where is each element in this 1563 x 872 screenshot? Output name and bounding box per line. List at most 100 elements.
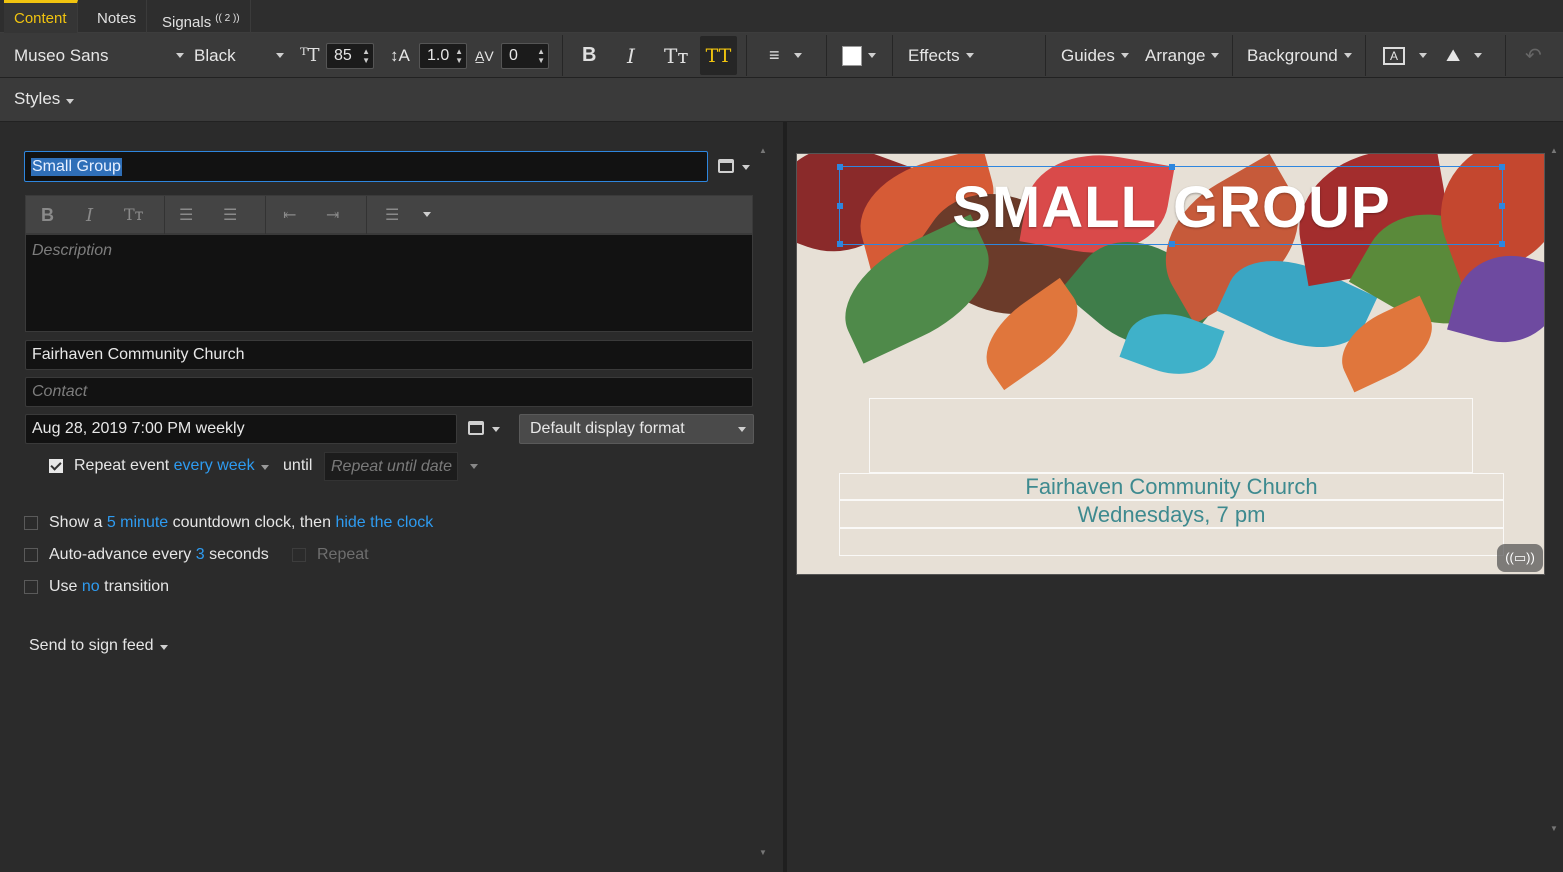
- repeat-until-placeholder: Repeat until date: [331, 458, 452, 475]
- align-button[interactable]: ≡: [769, 33, 802, 78]
- arrange-menu[interactable]: Arrange: [1145, 33, 1220, 78]
- indent-icon[interactable]: ⇥: [326, 205, 339, 224]
- tab-bar: Content Notes Signals(( 2 )): [0, 0, 1563, 33]
- repeat-until-input[interactable]: Repeat until date: [324, 452, 458, 481]
- rt-bold-button[interactable]: B: [41, 205, 54, 226]
- repeat-event-row: Repeat event every week until: [74, 457, 312, 475]
- undo-icon: ↶: [1525, 45, 1542, 67]
- italic-button[interactable]: I: [627, 33, 635, 78]
- font-size-stepper[interactable]: 85 ▲ ▼: [326, 33, 374, 78]
- chevron-down-icon: [276, 53, 284, 58]
- date-input[interactable]: Aug 28, 2019 7:00 PM weekly: [25, 414, 457, 444]
- text-box-button[interactable]: A: [1383, 33, 1428, 78]
- chevron-down-icon: [742, 165, 750, 170]
- broadcast-icon[interactable]: ((▭)): [1497, 544, 1543, 572]
- scroll-down-icon[interactable]: ▼: [1550, 824, 1558, 833]
- countdown-action-link[interactable]: hide the clock: [335, 514, 433, 531]
- font-weight-value: Black: [194, 45, 236, 65]
- calendar-icon: [468, 421, 484, 435]
- guides-menu[interactable]: Guides: [1061, 33, 1129, 78]
- calendar-menu-button[interactable]: [718, 157, 754, 177]
- scroll-up-icon[interactable]: ▲: [1550, 146, 1558, 155]
- bold-button[interactable]: B: [582, 33, 596, 78]
- letter-spacing-icon: A̲V: [475, 47, 494, 64]
- font-family-value: Museo Sans: [14, 45, 109, 65]
- selection-box[interactable]: [837, 164, 1505, 247]
- tab-content[interactable]: Content: [4, 0, 78, 33]
- repeat-checkbox[interactable]: [292, 548, 306, 562]
- date-value: Aug 28, 2019 7:00 PM weekly: [32, 420, 245, 437]
- rich-text-toolbar: B I Tт ☰ ☰ ⇤ ⇥ ☰: [25, 195, 753, 235]
- panel-divider[interactable]: [783, 122, 787, 872]
- transition-value-link[interactable]: no: [82, 578, 100, 595]
- transition-checkbox[interactable]: [24, 580, 38, 594]
- send-to-sign-feed-menu[interactable]: Send to sign feed: [29, 637, 168, 655]
- styles-menu[interactable]: Styles: [14, 89, 75, 109]
- line-height-icon: ↕A: [390, 45, 410, 65]
- text-box-icon: A: [1383, 46, 1406, 65]
- guides-label: Guides: [1061, 45, 1115, 65]
- auto-advance-pre: Auto-advance every: [49, 546, 192, 563]
- description-placeholder: Description: [32, 242, 113, 259]
- effects-menu[interactable]: Effects: [908, 33, 974, 78]
- outdent-icon[interactable]: ⇤: [283, 205, 296, 224]
- auto-advance-row: Auto-advance every 3 seconds: [49, 546, 269, 564]
- all-caps-button[interactable]: TT: [700, 36, 737, 75]
- auto-advance-checkbox[interactable]: [24, 548, 38, 562]
- title-input[interactable]: Small Group: [24, 151, 708, 182]
- color-swatch: [842, 45, 862, 66]
- chevron-down-icon: [176, 53, 184, 58]
- rt-small-caps-button[interactable]: Tт: [124, 205, 144, 224]
- rt-italic-button[interactable]: I: [86, 205, 93, 226]
- line-height-stepper[interactable]: 1.0 ▲ ▼: [419, 33, 467, 78]
- chevron-down-icon[interactable]: [423, 212, 431, 217]
- paragraph-align-icon[interactable]: ☰: [385, 205, 399, 224]
- chevron-down-icon[interactable]: [470, 464, 478, 469]
- signals-badge: (( 2 )): [215, 13, 240, 24]
- background-label: Background: [1247, 45, 1338, 65]
- until-label: until: [283, 457, 313, 474]
- image-button[interactable]: ⛰: [1446, 33, 1483, 78]
- background-menu[interactable]: Background: [1247, 33, 1352, 78]
- font-weight-select[interactable]: Black: [194, 33, 288, 78]
- scroll-up-icon[interactable]: ▲: [759, 146, 767, 155]
- contact-text-box[interactable]: [839, 528, 1504, 556]
- tab-notes[interactable]: Notes: [87, 0, 148, 33]
- slide-preview[interactable]: SMALL GROUP Fairhaven Community Church W…: [796, 153, 1545, 575]
- description-textarea[interactable]: Description: [25, 234, 753, 332]
- font-size-value: 85: [334, 46, 352, 64]
- effects-label: Effects: [908, 45, 960, 65]
- font-family-select[interactable]: Museo Sans: [14, 33, 184, 78]
- small-caps-button[interactable]: Tт: [664, 33, 688, 78]
- formatting-toolbar: Museo Sans Black ᵀT 85 ▲ ▼ ↕A 1.0 ▲ ▼ A̲V 0 ▲…: [0, 33, 1563, 78]
- undo-button[interactable]: ↶: [1525, 33, 1542, 78]
- letter-spacing-value: 0: [509, 46, 518, 64]
- contact-placeholder: Contact: [32, 383, 88, 400]
- location-value: Fairhaven Community Church: [32, 346, 245, 363]
- repeat-interval-link[interactable]: every week: [174, 457, 255, 474]
- line-height-value: 1.0: [427, 46, 450, 64]
- countdown-pre: Show a: [49, 514, 103, 531]
- contact-input[interactable]: Contact: [25, 377, 753, 407]
- date-picker-button[interactable]: [468, 420, 504, 440]
- letter-spacing-stepper[interactable]: 0 ▲ ▼: [501, 33, 549, 78]
- chevron-down-icon: [738, 427, 746, 432]
- location-input[interactable]: Fairhaven Community Church: [25, 340, 753, 370]
- repeat-event-checkbox[interactable]: [49, 459, 63, 473]
- title-value: Small Group: [31, 157, 122, 176]
- countdown-checkbox[interactable]: [24, 516, 38, 530]
- numbered-list-icon[interactable]: ☰: [223, 205, 237, 224]
- scroll-down-icon[interactable]: ▼: [759, 848, 767, 857]
- text-color-button[interactable]: [842, 33, 876, 78]
- countdown-row: Show a 5 minute countdown clock, then hi…: [49, 514, 433, 532]
- description-placeholder-box[interactable]: [869, 398, 1473, 473]
- tab-signals[interactable]: Signals(( 2 )): [152, 0, 251, 33]
- auto-advance-seconds-link[interactable]: 3: [196, 546, 205, 563]
- transition-pre: Use: [49, 578, 78, 595]
- display-format-select[interactable]: Default display format: [519, 414, 754, 444]
- countdown-amount-link[interactable]: 5 minute: [107, 514, 168, 531]
- bullet-list-icon[interactable]: ☰: [179, 205, 193, 224]
- arrange-label: Arrange: [1145, 45, 1206, 65]
- slide-date-text: Wednesdays, 7 pm: [1077, 502, 1266, 527]
- repeat-event-label: Repeat event: [74, 457, 170, 474]
